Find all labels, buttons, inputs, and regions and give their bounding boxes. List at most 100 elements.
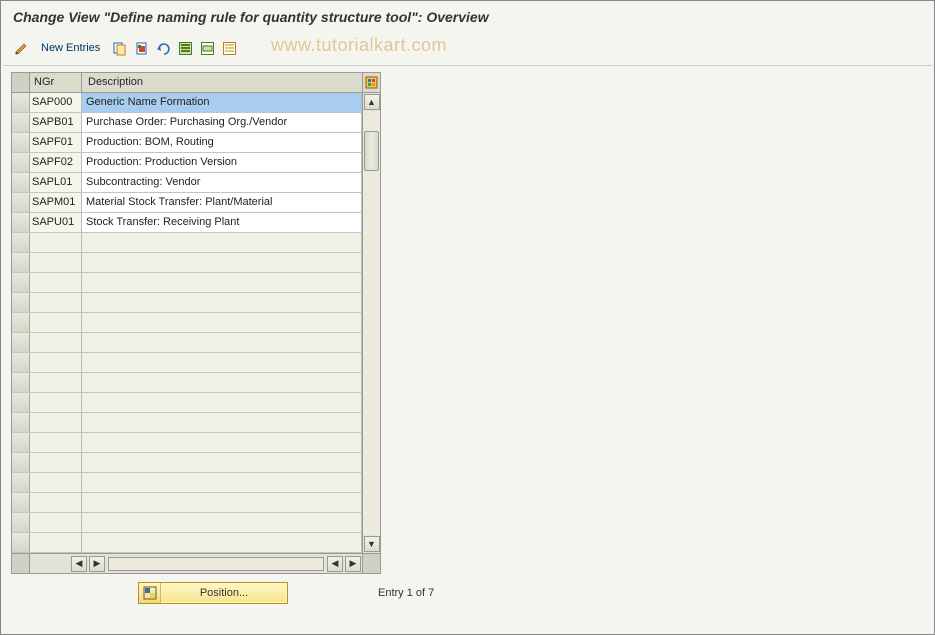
select-all-icon[interactable] xyxy=(176,39,194,57)
table-row-empty[interactable] xyxy=(12,373,362,393)
table-row-empty[interactable] xyxy=(12,273,362,293)
grid-header-selector[interactable] xyxy=(12,73,30,92)
row-selector[interactable] xyxy=(12,353,30,372)
cell-ngr[interactable] xyxy=(30,293,82,312)
hscroll-right-step-icon[interactable]: ▶ xyxy=(89,556,105,572)
cell-description[interactable] xyxy=(82,273,362,292)
cell-description[interactable] xyxy=(82,253,362,272)
row-selector[interactable] xyxy=(12,193,30,212)
cell-ngr[interactable] xyxy=(30,393,82,412)
cell-description[interactable] xyxy=(82,313,362,332)
table-row[interactable]: SAPF01Production: BOM, Routing xyxy=(12,133,362,153)
table-row-empty[interactable] xyxy=(12,513,362,533)
cell-ngr[interactable]: SAPL01 xyxy=(30,173,82,192)
cell-description[interactable] xyxy=(82,433,362,452)
cell-ngr[interactable]: SAPF01 xyxy=(30,133,82,152)
cell-description[interactable]: Production: Production Version xyxy=(82,153,362,172)
row-selector[interactable] xyxy=(12,453,30,472)
table-row-empty[interactable] xyxy=(12,313,362,333)
row-selector[interactable] xyxy=(12,93,30,112)
cell-ngr[interactable]: SAPF02 xyxy=(30,153,82,172)
row-selector[interactable] xyxy=(12,313,30,332)
row-selector[interactable] xyxy=(12,493,30,512)
table-row-empty[interactable] xyxy=(12,353,362,373)
table-row-empty[interactable] xyxy=(12,533,362,553)
cell-ngr[interactable] xyxy=(30,373,82,392)
copy-icon[interactable] xyxy=(110,39,128,57)
hscroll-left-end-icon[interactable]: ◀ xyxy=(327,556,343,572)
cell-ngr[interactable] xyxy=(30,493,82,512)
table-row-empty[interactable] xyxy=(12,493,362,513)
horizontal-scrollbar[interactable]: ◀ ▶ ◀ ▶ xyxy=(12,553,380,573)
cell-description[interactable] xyxy=(82,393,362,412)
cell-ngr[interactable] xyxy=(30,433,82,452)
cell-description[interactable] xyxy=(82,513,362,532)
cell-ngr[interactable] xyxy=(30,233,82,252)
deselect-all-icon[interactable] xyxy=(220,39,238,57)
row-selector[interactable] xyxy=(12,373,30,392)
row-selector[interactable] xyxy=(12,173,30,192)
scroll-track[interactable] xyxy=(363,111,380,535)
cell-ngr[interactable]: SAPM01 xyxy=(30,193,82,212)
cell-description[interactable] xyxy=(82,353,362,372)
row-selector[interactable] xyxy=(12,273,30,292)
cell-ngr[interactable]: SAP000 xyxy=(30,93,82,112)
new-entries-button[interactable]: New Entries xyxy=(35,40,106,56)
cell-description[interactable] xyxy=(82,233,362,252)
cell-ngr[interactable] xyxy=(30,333,82,352)
table-row-empty[interactable] xyxy=(12,233,362,253)
detail-pencil-icon[interactable] xyxy=(13,39,31,57)
table-row[interactable]: SAP000Generic Name Formation xyxy=(12,93,362,113)
cell-ngr[interactable] xyxy=(30,533,82,552)
row-selector[interactable] xyxy=(12,253,30,272)
cell-description[interactable] xyxy=(82,493,362,512)
vertical-scrollbar[interactable]: ▲ ▼ xyxy=(362,93,380,553)
hscroll-left-icon[interactable]: ◀ xyxy=(71,556,87,572)
row-selector[interactable] xyxy=(12,533,30,552)
row-selector[interactable] xyxy=(12,293,30,312)
cell-description[interactable] xyxy=(82,533,362,552)
row-selector[interactable] xyxy=(12,333,30,352)
column-header-description[interactable]: Description xyxy=(82,73,362,92)
row-selector[interactable] xyxy=(12,213,30,232)
cell-ngr[interactable] xyxy=(30,473,82,492)
column-header-ngr[interactable]: NGr xyxy=(30,73,82,92)
row-selector[interactable] xyxy=(12,133,30,152)
table-row[interactable]: SAPB01Purchase Order: Purchasing Org./Ve… xyxy=(12,113,362,133)
cell-description[interactable] xyxy=(82,293,362,312)
row-selector[interactable] xyxy=(12,433,30,452)
table-row-empty[interactable] xyxy=(12,473,362,493)
scroll-up-icon[interactable]: ▲ xyxy=(364,94,380,110)
scroll-down-icon[interactable]: ▼ xyxy=(364,536,380,552)
row-selector[interactable] xyxy=(12,153,30,172)
table-settings-icon[interactable] xyxy=(362,73,380,92)
cell-ngr[interactable] xyxy=(30,453,82,472)
table-row-empty[interactable] xyxy=(12,253,362,273)
cell-ngr[interactable] xyxy=(30,353,82,372)
cell-ngr[interactable] xyxy=(30,313,82,332)
cell-description[interactable]: Production: BOM, Routing xyxy=(82,133,362,152)
cell-description[interactable]: Material Stock Transfer: Plant/Material xyxy=(82,193,362,212)
table-row-empty[interactable] xyxy=(12,393,362,413)
cell-description[interactable]: Stock Transfer: Receiving Plant xyxy=(82,213,362,232)
position-button[interactable]: Position... xyxy=(138,582,288,604)
hscroll-right-icon[interactable]: ▶ xyxy=(345,556,361,572)
row-selector[interactable] xyxy=(12,473,30,492)
row-selector[interactable] xyxy=(12,413,30,432)
cell-description[interactable] xyxy=(82,373,362,392)
table-row[interactable]: SAPF02Production: Production Version xyxy=(12,153,362,173)
table-row[interactable]: SAPM01Material Stock Transfer: Plant/Mat… xyxy=(12,193,362,213)
delete-icon[interactable] xyxy=(132,39,150,57)
cell-ngr[interactable] xyxy=(30,253,82,272)
table-row[interactable]: SAPU01Stock Transfer: Receiving Plant xyxy=(12,213,362,233)
cell-ngr[interactable] xyxy=(30,413,82,432)
cell-description[interactable] xyxy=(82,413,362,432)
table-row-empty[interactable] xyxy=(12,333,362,353)
scroll-thumb[interactable] xyxy=(364,131,379,171)
cell-description[interactable] xyxy=(82,473,362,492)
select-block-icon[interactable] xyxy=(198,39,216,57)
undo-icon[interactable] xyxy=(154,39,172,57)
table-row-empty[interactable] xyxy=(12,293,362,313)
cell-ngr[interactable] xyxy=(30,273,82,292)
row-selector[interactable] xyxy=(12,233,30,252)
